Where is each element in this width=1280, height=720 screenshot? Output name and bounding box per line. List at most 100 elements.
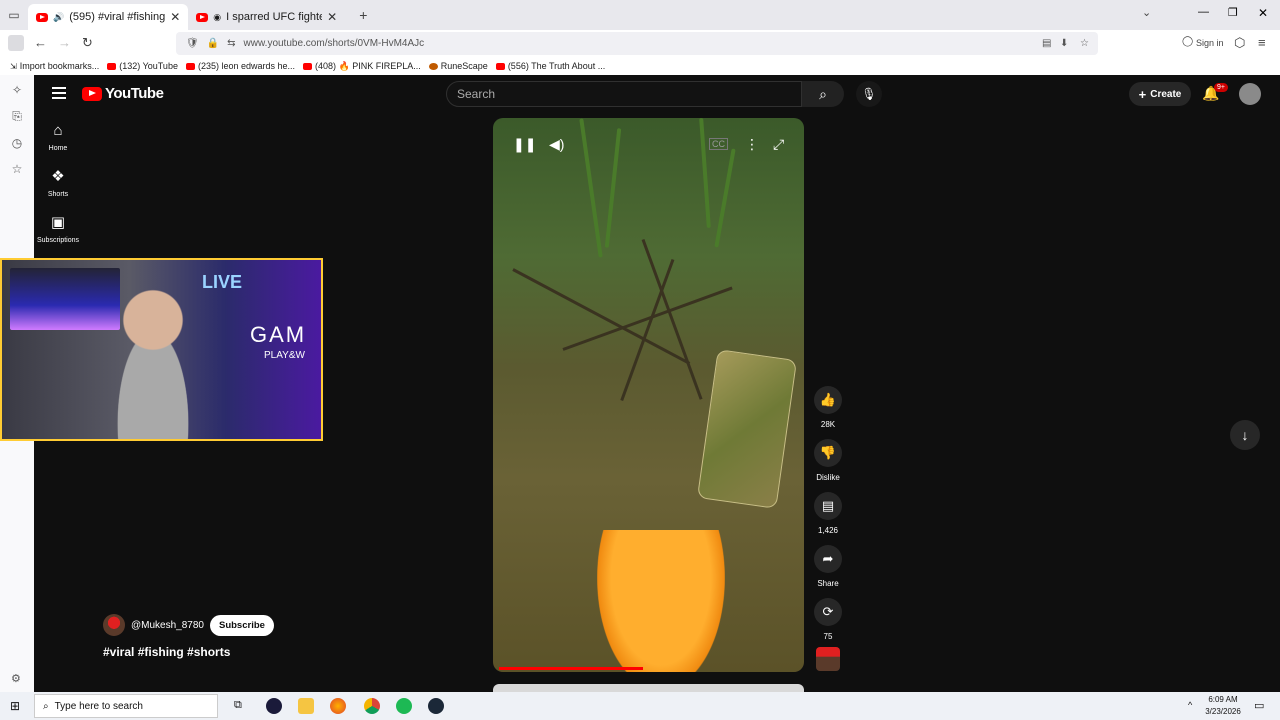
share-icon: ➦ [822, 551, 834, 566]
thumbs-up-icon: 👍 [819, 392, 837, 407]
webcam-overlay: LIVE GAM PLAY&W [0, 258, 323, 441]
guide-sidebar: ⌂ Home ❖ Shorts ▣ Subscriptions [34, 123, 82, 261]
maximize-icon[interactable]: ❐ [1228, 6, 1238, 19]
remix-button[interactable]: ⟳ [814, 598, 842, 626]
forward-arrow-icon[interactable]: → [58, 35, 71, 50]
video-progress-bar[interactable] [499, 667, 643, 670]
bookmark-leon-edwards[interactable]: (235) leon edwards he... [185, 61, 295, 71]
bookmarks-icon[interactable]: ☆ [12, 162, 23, 176]
sidebar-toggle-icon[interactable] [8, 35, 24, 51]
share-button[interactable]: ➦ [814, 545, 842, 573]
permissions-icon[interactable]: ⇆ [227, 38, 235, 49]
reader-view-icon[interactable]: ▤ [1042, 38, 1051, 49]
menu-hamburger-icon[interactable] [52, 87, 66, 99]
speaker-icon[interactable]: 🔊 [53, 12, 64, 23]
next-short-button[interactable]: ↓ [1230, 420, 1260, 450]
youtube-logo[interactable]: YouTube [82, 85, 164, 102]
file-explorer-icon[interactable] [298, 698, 314, 714]
shorts-video-player[interactable]: ❚❚ ◀) CC ⋮ ⤢ [493, 118, 804, 672]
guide-item-home[interactable]: ⌂ Home [34, 123, 82, 153]
extensions-icon[interactable]: ⬡ [1234, 35, 1245, 51]
more-options-icon[interactable]: ⋮ [745, 136, 759, 153]
bookmark-truth-about[interactable]: (556) The Truth About ... [495, 61, 605, 71]
address-bar[interactable]: 🛡 🔒 ⇆ www.youtube.com/shorts/0VM-HvM4AJc… [176, 32, 1098, 55]
synced-tabs-icon[interactable]: ⎘ [12, 109, 22, 124]
bookmark-star-icon[interactable]: ☆ [1080, 38, 1089, 49]
windows-start-icon[interactable]: ⊞ [10, 699, 20, 713]
neon-sign-text: GAM [250, 322, 307, 347]
browser-tab-bar: ▭ 🔊 (595) #viral #fishing #shorts ✕ ◉ I … [0, 0, 1280, 30]
voice-search-button[interactable]: 🎙 [856, 81, 882, 107]
taskbar-search-input[interactable]: ⌕ Type here to search [34, 694, 218, 718]
firefox-icon[interactable] [330, 698, 346, 714]
like-button[interactable]: 👍 [814, 386, 842, 414]
tab-viral-fishing[interactable]: 🔊 (595) #viral #fishing #shorts ✕ [28, 4, 189, 30]
bookmark-youtube[interactable]: (132) YouTube [107, 61, 178, 71]
channel-name[interactable]: @Mukesh_8780 [131, 620, 204, 631]
guide-item-shorts[interactable]: ❖ Shorts [34, 168, 82, 199]
search-button[interactable]: ⌕ [802, 81, 844, 107]
steam-icon[interactable] [428, 698, 444, 714]
spotify-icon[interactable] [396, 698, 412, 714]
sidebar-settings-icon[interactable]: ⚙ [11, 672, 21, 685]
shorts-icon: ❖ [51, 168, 65, 185]
window-close-icon[interactable]: ✕ [1258, 6, 1268, 20]
channel-avatar[interactable] [103, 614, 125, 636]
bookmark-runescape[interactable]: RuneScape [428, 61, 488, 71]
sound-channel-avatar[interactable] [816, 647, 840, 671]
shield-icon[interactable]: 🛡 [186, 38, 199, 49]
history-icon[interactable]: ◷ [12, 136, 22, 150]
create-button[interactable]: + Create [1129, 82, 1191, 106]
tray-chevron-up-icon[interactable]: ^ [1188, 700, 1192, 710]
app-dark-circle-icon[interactable] [266, 698, 282, 714]
guide-item-subscriptions[interactable]: ▣ Subscriptions [34, 215, 82, 245]
sign-in-link[interactable]: Sign in [1196, 38, 1224, 48]
short-title[interactable]: #viral #fishing #shorts [103, 645, 230, 659]
notification-badge: 9+ [1214, 83, 1228, 92]
import-icon: ⇲ [10, 61, 17, 71]
new-tab-plus-icon[interactable]: + [359, 7, 367, 23]
comment-count: 1,426 [817, 526, 839, 535]
captions-icon[interactable]: CC [709, 138, 728, 150]
tab-title: (595) #viral #fishing #shorts [69, 11, 166, 23]
task-view-icon[interactable]: ⧉ [234, 699, 242, 712]
search-icon: ⌕ [819, 85, 827, 102]
subscribe-button[interactable]: Subscribe [209, 614, 274, 636]
reload-icon[interactable]: ↻ [82, 35, 93, 51]
youtube-favicon-icon [185, 62, 195, 70]
account-icon[interactable]: ◯ [1182, 36, 1193, 47]
search-input[interactable]: Search [446, 81, 802, 107]
close-tab-icon[interactable]: ✕ [327, 10, 337, 24]
bookmark-pink-fireplace[interactable]: (408) 🔥 PINK FIREPLA... [303, 61, 421, 72]
volume-icon[interactable]: ◀) [549, 136, 564, 153]
comments-button[interactable]: ▤ [814, 492, 842, 520]
pause-icon[interactable]: ❚❚ [513, 136, 536, 153]
chrome-icon[interactable] [364, 698, 380, 714]
notifications-icon[interactable]: ▭ [1254, 699, 1264, 712]
ai-chat-icon[interactable]: ✧ [12, 83, 22, 97]
browser-nav-bar: ← → ↻ 🛡 🔒 ⇆ www.youtube.com/shorts/0VM-H… [0, 30, 1280, 57]
phone-in-video [696, 349, 798, 509]
fullscreen-icon[interactable]: ⤢ [773, 136, 784, 153]
url-text[interactable]: www.youtube.com/shorts/0VM-HvM4AJc [244, 38, 425, 49]
bookmark-import[interactable]: ⇲ Import bookmarks... [10, 61, 99, 71]
youtube-favicon-icon [36, 12, 48, 22]
tab-ufc-sparring[interactable]: ◉ I sparred UFC fighter Arman ✕ [188, 4, 345, 30]
dislike-button[interactable]: 👎 [814, 439, 842, 467]
channel-info: @Mukesh_8780 Subscribe [103, 614, 274, 636]
dislike-label: Dislike [816, 473, 840, 482]
clock-date: 3/23/2026 [1205, 707, 1241, 716]
account-avatar[interactable] [1239, 83, 1261, 105]
search-icon: ⌕ [43, 700, 49, 712]
next-short-preview[interactable] [493, 684, 804, 692]
minimize-icon[interactable]: — [1198, 6, 1209, 18]
app-menu-icon[interactable]: ≡ [1258, 35, 1266, 50]
system-clock[interactable]: 6:09 AM 3/23/2026 [1200, 694, 1246, 718]
back-arrow-icon[interactable]: ← [34, 35, 47, 50]
tab-list-chevron-icon[interactable]: ⌄ [1142, 6, 1151, 19]
tab-overview-icon[interactable]: ▭ [0, 8, 28, 22]
close-tab-icon[interactable]: ✕ [170, 10, 180, 24]
live-neon-sign: LIVE [202, 272, 243, 292]
like-count: 28K [820, 420, 836, 429]
save-pocket-icon[interactable]: ⬇ [1060, 38, 1068, 49]
